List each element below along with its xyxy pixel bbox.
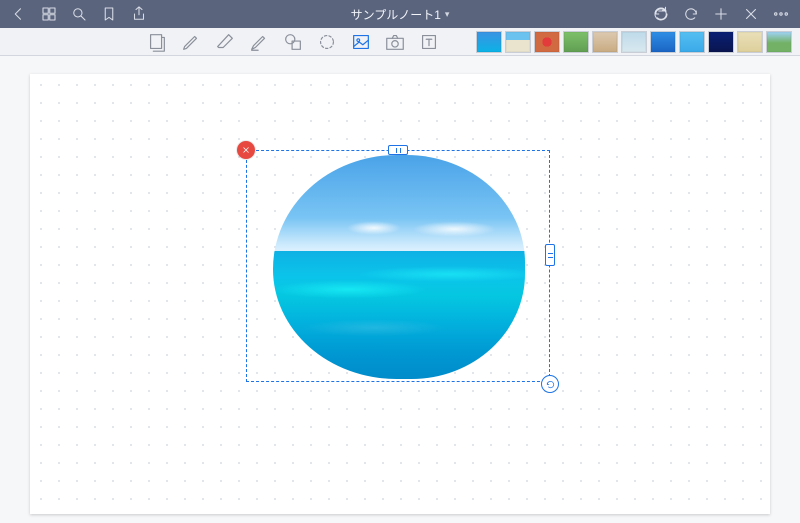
image-sea [273,251,525,379]
bg-thumb-winter[interactable] [621,31,647,53]
delete-selection-button[interactable] [237,141,255,159]
redo-icon[interactable] [682,5,700,23]
highlighter-tool[interactable] [248,31,270,53]
document-title: サンプルノート1 [351,6,441,23]
selection-box[interactable] [246,150,550,382]
bg-thumb-wood[interactable] [592,31,618,53]
app-header: サンプルノート1 ▾ [0,0,800,28]
resize-handle-top[interactable] [388,145,408,155]
bg-thumb-beach[interactable] [505,31,531,53]
canvas-stage [0,56,800,523]
more-icon[interactable] [772,5,790,23]
tool-group [146,31,440,53]
chevron-down-icon: ▾ [445,9,450,20]
bg-thumb-forest[interactable] [563,31,589,53]
bookmark-icon[interactable] [100,5,118,23]
readonly-tool[interactable] [146,31,168,53]
bg-thumb-ocean-2[interactable] [679,31,705,53]
add-icon[interactable] [712,5,730,23]
shape-tool[interactable] [282,31,304,53]
eraser-tool[interactable] [214,31,236,53]
editor-toolbar [0,28,800,56]
document-title-dropdown[interactable]: サンプルノート1 ▾ [351,6,450,23]
camera-tool[interactable] [384,31,406,53]
rotate-handle[interactable] [541,375,559,393]
pen-tool[interactable] [180,31,202,53]
background-thumbnails [476,31,792,53]
note-page[interactable] [30,74,770,514]
share-icon[interactable] [130,5,148,23]
search-icon[interactable] [70,5,88,23]
close-icon[interactable] [742,5,760,23]
grid-icon[interactable] [40,5,58,23]
bg-thumb-ocean-1[interactable] [476,31,502,53]
header-right [652,5,790,23]
clipped-image[interactable] [273,155,525,379]
back-icon[interactable] [10,5,28,23]
image-clouds [273,217,525,239]
text-tool[interactable] [418,31,440,53]
resize-handle-right[interactable] [545,244,555,266]
lasso-tool[interactable] [316,31,338,53]
bg-thumb-autumn[interactable] [534,31,560,53]
bg-thumb-night[interactable] [708,31,734,53]
bg-thumb-sky-blue[interactable] [650,31,676,53]
header-left [10,5,148,23]
undo-icon[interactable] [652,5,670,23]
image-tool[interactable] [350,31,372,53]
bg-thumb-sand[interactable] [737,31,763,53]
bg-thumb-meadow[interactable] [766,31,792,53]
